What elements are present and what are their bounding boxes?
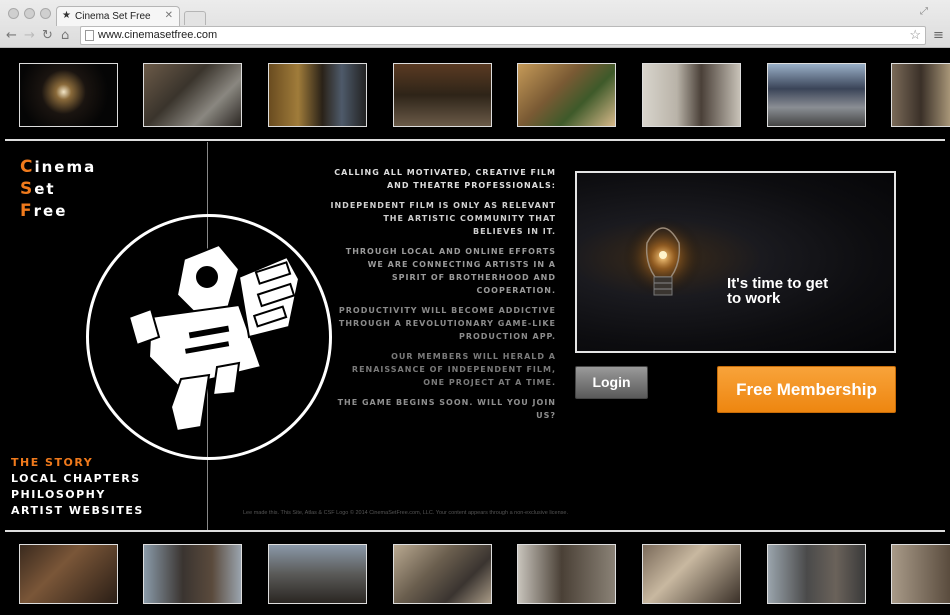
photo-thumbnail[interactable] [767, 544, 866, 604]
site-brand[interactable]: Cinema Set Free [20, 156, 96, 222]
photo-thumbnail[interactable] [268, 544, 367, 604]
photo-thumbnail[interactable] [19, 544, 118, 604]
photo-thumbnail[interactable] [891, 544, 950, 604]
brand-initial-s: S [20, 179, 35, 199]
sidebar-nav: The Story Local Chapters Philosophy Arti… [11, 455, 144, 519]
intro-paragraph: Independent Film is only as relevant the… [330, 201, 556, 236]
photo-thumbnail[interactable] [143, 63, 242, 127]
lightbulb-icon [623, 217, 703, 297]
photo-thumbnail[interactable] [642, 63, 741, 127]
intro-paragraph: Calling all motivated, creative film and… [334, 168, 556, 190]
nav-link-the-story[interactable]: The Story [11, 455, 144, 471]
intro-text: Calling all motivated, creative film and… [330, 166, 556, 429]
intro-paragraph: Through local and online efforts we are … [345, 247, 556, 295]
nav-link-artist-websites[interactable]: Artist Websites [11, 503, 144, 519]
menu-icon[interactable]: ≡ [933, 28, 944, 43]
tab-title: Cinema Set Free [75, 11, 151, 22]
video-caption-line: to work [727, 290, 781, 307]
minimize-window-button[interactable] [24, 8, 35, 19]
intro-paragraph: Productivity will become addictive throu… [338, 306, 556, 341]
top-divider [5, 139, 945, 141]
login-button[interactable]: Login [575, 366, 648, 399]
browser-chrome: ★ Cinema Set Free ✕ ⤢ ← → ↻ ⌂ www.cinema… [0, 0, 950, 48]
url-text: www.cinemasetfree.com [98, 29, 218, 41]
photo-thumbnail[interactable] [393, 544, 492, 604]
photo-thumbnail[interactable] [143, 544, 242, 604]
bottom-photo-strip [0, 540, 950, 615]
top-photo-strip [0, 55, 950, 130]
page-icon [85, 30, 94, 41]
photo-thumbnail[interactable] [891, 63, 950, 127]
tab-close-icon[interactable]: ✕ [165, 10, 173, 21]
brand-initial-f: F [20, 201, 34, 221]
reload-icon[interactable]: ↻ [42, 28, 53, 44]
video-caption-line: It's time to get [727, 275, 829, 292]
bottom-divider [5, 530, 945, 532]
intro-paragraph: The game begins soon. Will you join us? [337, 398, 556, 420]
intro-video[interactable]: It's time to get to work [575, 171, 896, 353]
photo-thumbnail[interactable] [19, 63, 118, 127]
photo-thumbnail[interactable] [393, 63, 492, 127]
brand-word-free: ree [33, 202, 68, 220]
star-icon[interactable]: ☆ [909, 27, 921, 43]
home-icon[interactable]: ⌂ [61, 28, 69, 44]
fullscreen-icon[interactable]: ⤢ [920, 6, 928, 17]
intro-paragraph: Our members will herald a renaissance of… [351, 352, 556, 387]
new-tab-button[interactable] [184, 11, 206, 25]
nav-link-local-chapters[interactable]: Local Chapters [11, 471, 144, 487]
footer-note: Lee made this. This Site, Atlas & CSF Lo… [243, 510, 568, 516]
brand-word-set: et [34, 180, 56, 198]
address-bar[interactable]: www.cinemasetfree.com ☆ [80, 26, 926, 45]
photo-thumbnail[interactable] [517, 63, 616, 127]
zoom-window-button[interactable] [40, 8, 51, 19]
close-window-button[interactable] [8, 8, 19, 19]
brand-initial-c: C [20, 157, 35, 177]
photo-thumbnail[interactable] [767, 63, 866, 127]
nav-link-philosophy[interactable]: Philosophy [11, 487, 144, 503]
free-membership-button[interactable]: Free Membership [717, 366, 896, 413]
browser-tab[interactable]: ★ Cinema Set Free ✕ [56, 6, 180, 26]
photo-thumbnail[interactable] [517, 544, 616, 604]
camera-logo-icon [86, 214, 332, 460]
brand-word-cinema: inema [34, 158, 97, 176]
favicon-icon: ★ [62, 10, 71, 21]
forward-icon[interactable]: → [24, 28, 35, 44]
video-caption: It's time to get to work [727, 276, 828, 306]
photo-thumbnail[interactable] [642, 544, 741, 604]
photo-thumbnail[interactable] [268, 63, 367, 127]
back-icon[interactable]: ← [6, 28, 17, 44]
